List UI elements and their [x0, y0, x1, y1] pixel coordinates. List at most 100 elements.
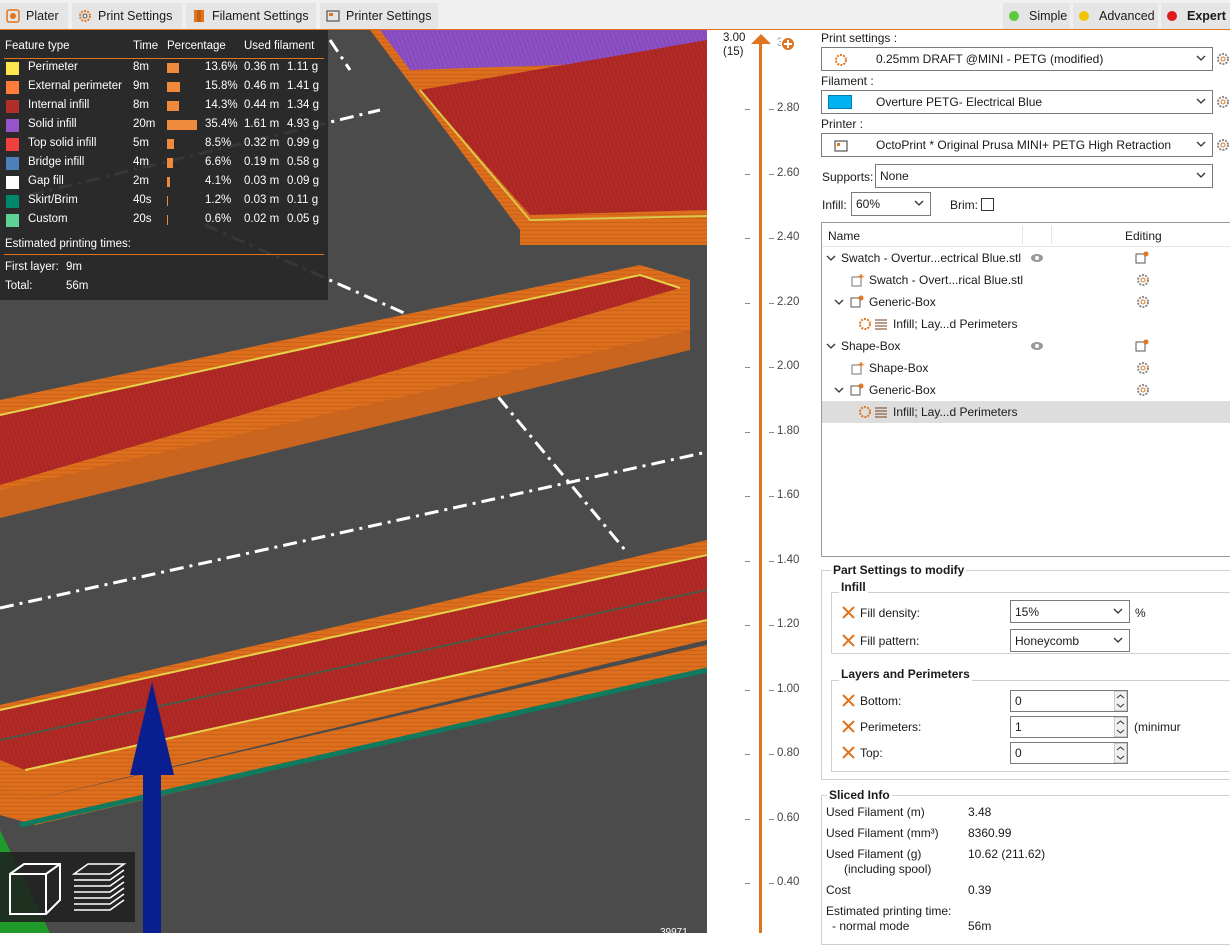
legend-percentage-bar — [167, 196, 169, 206]
modifier-row-generic-box[interactable]: Generic-Box — [822, 291, 1230, 313]
legend-color-swatch — [6, 119, 19, 132]
legend-color-swatch — [6, 81, 19, 94]
tab-plater[interactable]: Plater — [0, 3, 68, 29]
bottom-spin-buttons-icon[interactable] — [1114, 691, 1127, 711]
settings-row[interactable]: Infill; Lay...d Perimeters — [822, 313, 1230, 335]
legend-row-length: 0.03 m — [244, 175, 280, 187]
object-list[interactable]: Name Editing Swatch - Overtur...ectrical… — [821, 222, 1230, 557]
infill-label: Infill: — [822, 198, 847, 212]
remove-fill-density-icon[interactable] — [842, 606, 855, 619]
iso-view-cube-icon[interactable] — [6, 860, 64, 918]
tab-filament-settings[interactable]: Filament Settings — [186, 3, 316, 29]
mode-simple-label: Simple — [1029, 9, 1068, 23]
layer-slider-top-thumb-icon[interactable] — [751, 34, 771, 44]
remove-perimeters-icon[interactable] — [842, 720, 855, 733]
mode-simple[interactable]: Simple — [1003, 3, 1070, 29]
print-settings-combo[interactable]: 0.25mm DRAFT @MINI - PETG (modified) — [821, 47, 1213, 71]
printer-edit-gear-icon[interactable] — [1216, 138, 1230, 152]
mode-expert[interactable]: Expert — [1161, 3, 1230, 29]
layer-slider-tick-mark — [745, 496, 750, 497]
visibility-eye-icon[interactable] — [1030, 340, 1044, 352]
filament-combo[interactable]: Overture PETG- Electrical Blue — [821, 90, 1213, 114]
legend-total-value: 56m — [66, 280, 89, 292]
legend-row-percentage: 6.6% — [205, 156, 232, 168]
legend-row-weight: 0.58 g — [287, 156, 319, 168]
supports-combo[interactable]: None — [875, 164, 1213, 188]
edit-gear-icon[interactable] — [1136, 273, 1150, 287]
tab-print-settings[interactable]: Print Settings — [72, 3, 182, 29]
settings-gear-icon — [859, 406, 871, 418]
visibility-eye-icon[interactable] — [1030, 252, 1044, 264]
filament-color-swatch — [828, 95, 852, 109]
chevron-down-icon — [1196, 55, 1206, 61]
print-settings-edit-gear-icon[interactable] — [1216, 52, 1230, 66]
object-row-shape-box[interactable]: Shape-Box — [822, 335, 1230, 357]
part-icon — [851, 274, 864, 287]
object-list-header-divider — [1022, 226, 1023, 244]
printer-combo[interactable]: OctoPrint * Original Prusa MINI+ PETG Hi… — [821, 133, 1213, 157]
settings-row-label: Infill; Lay...d Perimeters — [893, 317, 1018, 331]
layer-slider-tick-mark — [769, 754, 774, 755]
filament-edit-gear-icon[interactable] — [1216, 95, 1230, 109]
legend-percentage-bar — [167, 101, 180, 111]
settings-row-selected[interactable]: Infill; Lay...d Perimeters — [822, 401, 1230, 423]
layer-slider-tick-label: 2.60 — [777, 166, 800, 179]
tab-plater-label: Plater — [26, 9, 59, 23]
legend-row-time: 5m — [133, 137, 149, 149]
perimeters-spin-input[interactable]: 1 — [1010, 716, 1128, 738]
bottom-spin-input[interactable]: 0 — [1010, 690, 1128, 712]
edit-gear-icon[interactable] — [1136, 361, 1150, 375]
settings-gear-icon — [859, 318, 871, 330]
part-row-swatch[interactable]: Swatch - Overt...rical Blue.stl — [822, 269, 1230, 291]
layer-slider[interactable]: 3.00 (15) 3 2.80 2.60 2.40 2.20 2.00 1.80 1.60… — [707, 30, 813, 933]
collapse-arrow-icon[interactable] — [834, 385, 844, 395]
printer-icon — [326, 10, 340, 22]
modifier-icon — [850, 295, 864, 308]
legend-row-weight: 1.34 g — [287, 99, 319, 111]
edit-gear-icon[interactable] — [1136, 295, 1150, 309]
layers-view-icon[interactable] — [70, 860, 128, 918]
sliced-normal-mode-label: - normal mode — [832, 919, 910, 933]
chevron-down-icon — [1196, 141, 1206, 147]
legend-row: Bridge infill 4m 6.6% 0.19 m 0.58 g — [0, 154, 328, 173]
part-row-shape-box[interactable]: Shape-Box — [822, 357, 1230, 379]
print-settings-gear-icon — [79, 10, 91, 22]
infill-combo[interactable]: 60% — [851, 192, 931, 216]
top-spin-input[interactable]: 0 — [1010, 742, 1128, 764]
layer-slider-tick-mark — [769, 109, 774, 110]
collapse-arrow-icon[interactable] — [826, 341, 836, 351]
collapse-arrow-icon[interactable] — [834, 297, 844, 307]
top-spin-buttons-icon[interactable] — [1114, 743, 1127, 763]
mode-advanced[interactable]: Advanced — [1073, 3, 1158, 29]
legend-row-percentage: 0.6% — [205, 213, 232, 225]
remove-bottom-icon[interactable] — [842, 694, 855, 707]
printer-value: OctoPrint * Original Prusa MINI+ PETG Hi… — [876, 138, 1172, 152]
legend-row-length: 0.46 m — [244, 80, 280, 92]
legend-row: External perimeter 9m 15.8% 0.46 m 1.41 g — [0, 78, 328, 97]
sliced-estimated-time-label: Estimated printing time: — [826, 904, 952, 918]
fill-density-combo[interactable]: 15% — [1010, 600, 1130, 623]
collapse-arrow-icon[interactable] — [826, 253, 836, 263]
supports-value: None — [880, 169, 909, 183]
legend-times-separator — [4, 254, 324, 255]
edit-gear-icon[interactable] — [1136, 383, 1150, 397]
legend-row-percentage: 1.2% — [205, 194, 232, 206]
layer-slider-track[interactable] — [759, 36, 762, 933]
layer-slider-add-icon[interactable] — [781, 37, 795, 51]
layer-slider-tick-mark — [745, 238, 750, 239]
perimeters-spin-buttons-icon[interactable] — [1114, 717, 1127, 737]
add-settings-icon[interactable] — [1135, 251, 1149, 265]
fill-pattern-combo[interactable]: Honeycomb — [1010, 629, 1130, 652]
tab-printer-settings[interactable]: Printer Settings — [320, 3, 438, 29]
remove-fill-pattern-icon[interactable] — [842, 634, 855, 647]
remove-top-icon[interactable] — [842, 746, 855, 759]
object-row-swatch[interactable]: Swatch - Overtur...ectrical Blue.stl — [822, 247, 1230, 269]
legend-color-swatch — [6, 100, 19, 113]
legend-row-weight: 0.11 g — [287, 194, 319, 206]
add-settings-icon[interactable] — [1135, 339, 1149, 353]
legend-row-name: Skirt/Brim — [28, 194, 78, 206]
brim-checkbox[interactable] — [981, 198, 994, 211]
layer-slider-top-value-ghost: 3 — [777, 37, 781, 49]
tab-printer-settings-label: Printer Settings — [346, 9, 432, 23]
modifier-row-generic-box[interactable]: Generic-Box — [822, 379, 1230, 401]
